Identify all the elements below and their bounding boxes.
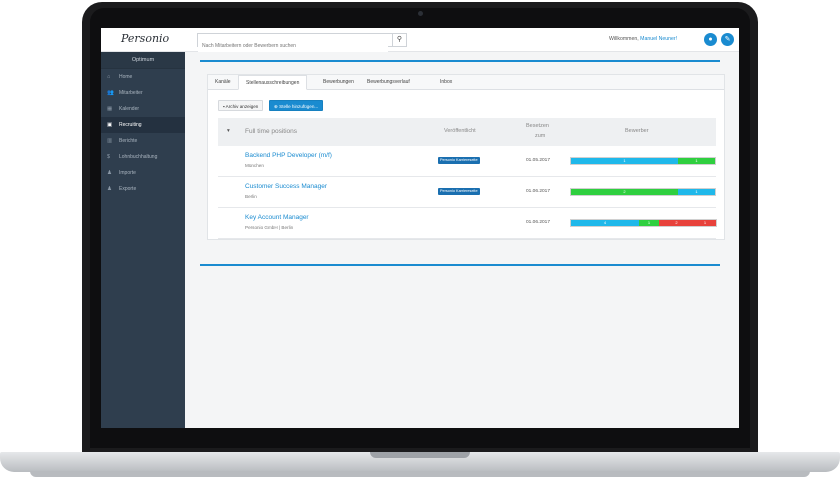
tab-inbox[interactable]: Inbox xyxy=(433,75,459,90)
jobs-panel: Kanäle Stellenausschreibungen Bewerbunge… xyxy=(207,74,725,240)
channel-badge: Personio Karriereseite xyxy=(438,157,480,164)
laptop-frame: Personio ⚲ Willkommen, Manuel Neuner! ● … xyxy=(0,0,840,483)
applicants-segment[interactable]: 4 xyxy=(571,220,639,226)
chart-icon: ▥ xyxy=(107,138,113,144)
table-row[interactable]: Key Account Manager Personio GmbH | Berli… xyxy=(218,208,717,239)
sidebar: Optimum ⌂ Home 👥 Mitarbeiter ▦ Kalender ▣ Recru… xyxy=(101,52,185,428)
positions-table: ▾ Full time positions Veröffentlicht Bes… xyxy=(218,118,717,239)
plus-circle-icon: ⊕ xyxy=(274,104,278,109)
table-row[interactable]: Backend PHP Developer (m/f) München Person… xyxy=(218,146,716,177)
sidebar-item-kalender[interactable]: ▦ Kalender xyxy=(101,101,185,117)
applicants-bar: 4121 xyxy=(570,219,717,227)
camera-icon xyxy=(418,11,423,16)
search-box: ⚲ xyxy=(197,33,407,52)
fill-date: 01.05.2017 xyxy=(526,158,551,163)
sidebar-item-lohnbuchhaltung[interactable]: $ Lohnbuchhaltung xyxy=(101,149,185,165)
collapse-caret-icon[interactable]: ▾ xyxy=(227,128,230,134)
applicants-segment[interactable]: 1 xyxy=(571,158,678,164)
search-button[interactable]: ⚲ xyxy=(392,34,406,46)
sidebar-item-mitarbeiter[interactable]: 👥 Mitarbeiter xyxy=(101,85,185,101)
applicants-segment[interactable]: 1 xyxy=(694,220,716,226)
sidebar-item-label: Kalender xyxy=(119,106,140,112)
tab-stellenausschreibungen[interactable]: Stellenausschreibungen xyxy=(238,75,308,90)
job-title-link[interactable]: Customer Success Manager xyxy=(245,183,327,190)
sidebar-item-label: Home xyxy=(119,74,133,80)
col-published: Veröffentlicht xyxy=(444,128,476,134)
job-location: Personio GmbH | Berlin xyxy=(245,225,294,230)
sidebar-item-recruiting[interactable]: ▣ Recruiting xyxy=(101,117,185,133)
sidebar-item-label: Lohnbuchhaltung xyxy=(119,154,158,160)
bottom-accent-line xyxy=(200,264,720,266)
table-row[interactable]: Customer Success Manager Berlin Personio K… xyxy=(218,177,716,208)
top-bar: Personio ⚲ Willkommen, Manuel Neuner! ● … xyxy=(101,28,739,52)
sidebar-item-importe[interactable]: ♟ Importe xyxy=(101,165,185,181)
sidebar-item-label: Recruiting xyxy=(119,122,142,128)
welcome-text: Willkommen, Manuel Neuner! xyxy=(609,36,678,42)
job-location: München xyxy=(245,163,264,168)
col-filled-line2: zum xyxy=(535,133,546,139)
applicants-segment[interactable]: 1 xyxy=(678,158,715,164)
job-location: Berlin xyxy=(245,194,257,199)
main-content: Kanäle Stellenausschreibungen Bewerbunge… xyxy=(185,52,739,428)
tab-bewerbungsverlauf[interactable]: Bewerbungsverlauf xyxy=(360,75,417,90)
user-export-icon: ♟ xyxy=(107,186,112,192)
app-screen: Personio ⚲ Willkommen, Manuel Neuner! ● … xyxy=(101,28,739,428)
table-header: ▾ Full time positions Veröffentlicht Bes… xyxy=(218,118,716,146)
users-icon: 👥 xyxy=(107,90,114,96)
briefcase-icon: ▣ xyxy=(107,122,113,128)
home-icon: ⌂ xyxy=(107,74,111,80)
app-logo[interactable]: Personio xyxy=(121,32,169,45)
sidebar-item-home[interactable]: ⌂ Home xyxy=(101,69,185,85)
applicants-bar: 11 xyxy=(570,157,716,165)
applicants-segment[interactable]: 1 xyxy=(678,189,715,195)
job-title-link[interactable]: Backend PHP Developer (m/f) xyxy=(245,152,332,159)
sidebar-item-exporte[interactable]: ♟ Exporte xyxy=(101,181,185,197)
sidebar-item-label: Berichte xyxy=(119,138,138,144)
wrench-icon: ✎ xyxy=(724,36,731,43)
sidebar-item-berichte[interactable]: ▥ Berichte xyxy=(101,133,185,149)
company-name: Optimum xyxy=(101,52,185,69)
sidebar-item-label: Mitarbeiter xyxy=(119,90,143,96)
applicants-segment[interactable]: 2 xyxy=(659,220,694,226)
tab-kanaele[interactable]: Kanäle xyxy=(208,75,238,90)
search-input[interactable] xyxy=(198,40,388,52)
applicants-segment[interactable]: 2 xyxy=(571,189,678,195)
applicants-bar: 21 xyxy=(570,188,716,196)
col-applicants: Bewerber xyxy=(625,128,649,134)
sidebar-item-label: Importe xyxy=(119,170,136,176)
job-title-link[interactable]: Key Account Manager xyxy=(245,214,309,221)
fill-date: 01.06.2017 xyxy=(526,220,551,225)
add-position-button[interactable]: ⊕ Stelle hinzufügen... xyxy=(269,100,324,111)
applicants-segment[interactable]: 1 xyxy=(639,220,659,226)
fill-date: 01.06.2017 xyxy=(526,189,551,194)
tab-bar: Kanäle Stellenausschreibungen Bewerbunge… xyxy=(208,75,724,90)
group-label: Full time positions xyxy=(245,128,298,135)
show-archive-button[interactable]: ▪ Archiv anzeigen xyxy=(218,100,264,111)
col-filled-line1: Besetzen xyxy=(526,123,549,129)
search-icon: ⚲ xyxy=(396,36,403,43)
channel-badge: Personio Karriereseite xyxy=(438,188,480,195)
dollar-icon: $ xyxy=(107,154,111,160)
calendar-icon: ▦ xyxy=(107,106,113,112)
user-name-link[interactable]: Manuel Neuner! xyxy=(640,36,677,42)
user-import-icon: ♟ xyxy=(107,170,112,176)
archive-icon: ▪ xyxy=(223,104,225,109)
sidebar-item-label: Exporte xyxy=(119,186,137,192)
bell-icon: ● xyxy=(708,36,713,43)
settings-button[interactable]: ✎ xyxy=(721,33,734,46)
top-accent-line xyxy=(200,60,720,62)
tab-bewerbungen[interactable]: Bewerbungen xyxy=(316,75,361,90)
notifications-button[interactable]: ● xyxy=(704,33,717,46)
